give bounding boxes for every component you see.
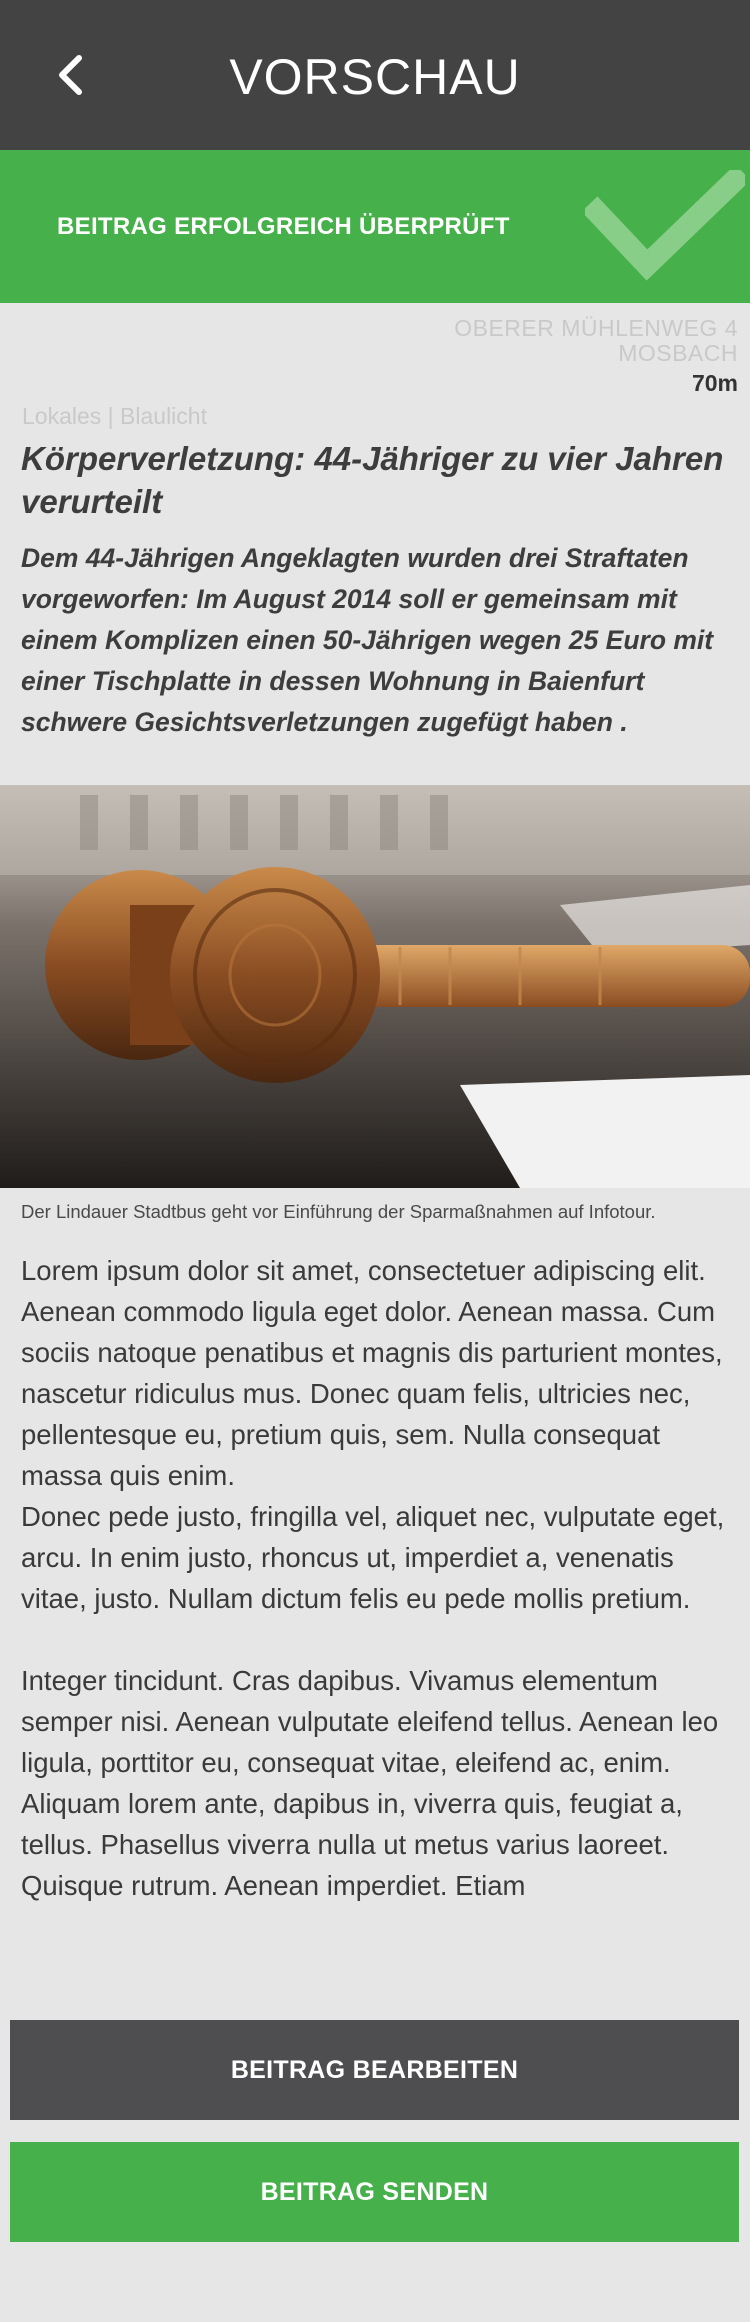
image-caption: Der Lindauer Stadtbus geht vor Einführun… xyxy=(21,1201,656,1222)
article-body: Lorem ipsum dolor sit amet, consectetuer… xyxy=(21,1250,746,1906)
edit-post-button[interactable]: BEITRAG BEARBEITEN xyxy=(10,2020,739,2120)
article-image xyxy=(0,785,750,1188)
article-lead: Dem 44-Jährigen Angeklagten wurden drei … xyxy=(21,543,714,737)
preview-screen: VORSCHAU BEITRAG ERFOLGREICH ÜBERPRÜFT O… xyxy=(0,0,750,2322)
send-post-button[interactable]: BEITRAG SENDEN xyxy=(10,2142,739,2242)
address-city: MOSBACH xyxy=(618,340,738,366)
address-street: OBERER MÜHLENWEG 4 xyxy=(454,315,738,341)
article-headline: Körperverletzung: 44-Jähriger zu vier Ja… xyxy=(21,440,724,520)
article-categories: Lokales | Blaulicht xyxy=(22,403,207,429)
location-address: OBERER MÜHLENWEG 4 MOSBACH xyxy=(318,316,738,366)
checkmark-icon xyxy=(585,170,745,281)
body-paragraph: Donec pede justo, fringilla vel, aliquet… xyxy=(21,1501,725,1614)
page-title: VORSCHAU xyxy=(229,49,521,105)
location-distance: 70m xyxy=(691,370,738,396)
success-banner: BEITRAG ERFOLGREICH ÜBERPRÜFT xyxy=(0,150,750,303)
banner-text: BEITRAG ERFOLGREICH ÜBERPRÜFT xyxy=(57,213,510,240)
body-paragraph: Lorem ipsum dolor sit amet, consectetuer… xyxy=(21,1255,723,1491)
gavel-photo xyxy=(0,785,750,1188)
body-paragraph: Integer tincidunt. Cras dapibus. Vivamus… xyxy=(21,1665,719,1901)
top-bar: VORSCHAU xyxy=(0,0,750,150)
